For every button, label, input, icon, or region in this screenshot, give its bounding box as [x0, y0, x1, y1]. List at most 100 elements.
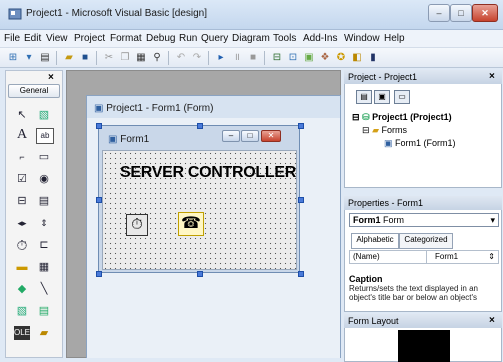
menu-window[interactable]: Window [344, 33, 380, 44]
paste-icon[interactable]: ▦ [134, 51, 148, 64]
hscrollbar-tool-icon[interactable]: ◂▸ [14, 216, 30, 230]
toolbar-separator [264, 51, 265, 65]
minimize-button[interactable]: – [428, 4, 450, 22]
view-code-icon[interactable]: ▤ [356, 90, 372, 104]
copy-icon[interactable]: ❐ [118, 51, 132, 64]
optionbutton-tool-icon[interactable]: ◉ [36, 172, 52, 186]
picturebox-tool-icon[interactable]: ▧ [36, 108, 52, 122]
tree-project-root[interactable]: ⊟ ⛁ Project1 (Project1) [352, 112, 452, 123]
form1-close-button[interactable]: ✕ [261, 130, 281, 142]
start-icon[interactable]: ▸ [214, 51, 228, 64]
save-project-icon[interactable]: ■ [78, 51, 92, 64]
menu-add-ins[interactable]: Add-Ins [303, 33, 337, 44]
textbox-tool-icon[interactable]: ab [36, 128, 54, 144]
project-explorer-close-button[interactable]: × [489, 71, 495, 82]
menu-help[interactable]: Help [384, 33, 405, 44]
tab-alphabetic[interactable]: Alphabetic [351, 233, 399, 249]
menu-project[interactable]: Project [74, 33, 105, 44]
toolbox-tab-general[interactable]: General [8, 84, 60, 98]
maximize-button[interactable]: □ [450, 4, 472, 22]
menu-query[interactable]: Query [201, 33, 228, 44]
cut-icon[interactable]: ✂ [102, 51, 116, 64]
property-row[interactable]: (Name) Form1 ⇕ [349, 250, 499, 264]
form1-maximize-button[interactable]: □ [241, 130, 259, 142]
ole-tool-icon[interactable]: OLE [14, 326, 30, 340]
find-icon[interactable]: ⚲ [150, 51, 164, 64]
property-value[interactable]: Form1 [426, 251, 458, 263]
timer-tool-icon[interactable]: ⏱ [14, 238, 30, 252]
toolbox-close-button[interactable]: × [48, 72, 54, 83]
drivelistbox-tool-icon[interactable]: ⊏ [36, 238, 52, 252]
shape-tool-icon[interactable]: ◆ [14, 282, 30, 296]
object-browser-icon[interactable]: ❖ [318, 51, 332, 64]
add-project-icon[interactable]: ⊞ [6, 51, 20, 64]
frame-tool-icon[interactable]: ⌐ [14, 150, 30, 164]
project-explorer-icon[interactable]: ⊟ [270, 51, 284, 64]
monitor-preview[interactable] [398, 330, 450, 362]
form1-minimize-button[interactable]: – [222, 130, 240, 142]
vscrollbar-tool-icon[interactable]: ⇕ [36, 216, 52, 230]
property-name: (Name) [353, 252, 380, 261]
menu-debug[interactable]: Debug [146, 33, 175, 44]
toolbox-icon[interactable]: ✪ [334, 51, 348, 64]
resize-handle[interactable] [96, 123, 102, 129]
label-tool-icon[interactable]: A [14, 128, 30, 142]
menu-format[interactable]: Format [110, 33, 142, 44]
toggle-folders-icon[interactable]: ▭ [394, 90, 410, 104]
menu-diagram[interactable]: Diagram [232, 33, 270, 44]
line-tool-icon[interactable]: ╲ [36, 282, 52, 296]
menu-run[interactable]: Run [179, 33, 197, 44]
open-project-icon[interactable]: ▰ [62, 51, 76, 64]
redo-icon[interactable]: ↷ [190, 51, 204, 64]
collapse-icon[interactable]: ⊟ [352, 112, 360, 122]
spinner-icon[interactable]: ⇕ [488, 251, 495, 263]
menu-edit[interactable]: Edit [24, 33, 41, 44]
server-controller-label[interactable]: SERVER CONTROLLER [120, 164, 296, 182]
close-button[interactable]: ✕ [472, 4, 498, 22]
toolbar-separator [168, 51, 169, 65]
resize-handle[interactable] [96, 197, 102, 203]
tree-project-label: Project1 (Project1) [372, 112, 452, 122]
collapse-icon[interactable]: ⊟ [362, 125, 370, 135]
object-selector[interactable]: Form1 Form ▾ [349, 213, 499, 227]
menu-tools[interactable]: Tools [273, 33, 296, 44]
phone-control-icon[interactable]: ☎ [178, 212, 204, 236]
menu-file[interactable]: File [4, 33, 20, 44]
resize-handle[interactable] [96, 271, 102, 277]
form-layout-icon[interactable]: ▣ [302, 51, 316, 64]
extra-tool-icon[interactable]: ▰ [36, 326, 52, 340]
form-layout-close-button[interactable]: × [489, 315, 495, 326]
break-icon[interactable]: ॥ [230, 51, 244, 64]
listbox-tool-icon[interactable]: ▤ [36, 194, 52, 208]
window-title: Project1 - Microsoft Visual Basic [desig… [26, 8, 208, 19]
data-view-icon[interactable]: ◧ [350, 51, 364, 64]
dirlistbox-tool-icon[interactable]: ▬ [14, 260, 30, 274]
combobox-tool-icon[interactable]: ⊟ [14, 194, 30, 208]
tree-forms-folder[interactable]: ⊟ ▰ Forms [362, 125, 407, 136]
end-icon[interactable]: ■ [246, 51, 260, 64]
data-tool-icon[interactable]: ▤ [36, 304, 52, 318]
folder-icon: ▰ [372, 125, 379, 135]
add-form-icon[interactable]: ▾ [22, 51, 36, 64]
chevron-down-icon[interactable]: ▾ [490, 214, 495, 226]
resize-handle[interactable] [298, 123, 304, 129]
component-manager-icon[interactable]: ▮ [366, 51, 380, 64]
view-object-icon[interactable]: ▣ [374, 90, 390, 104]
resize-handle[interactable] [298, 197, 304, 203]
tab-categorized[interactable]: Categorized [399, 233, 453, 249]
filelistbox-tool-icon[interactable]: ▦ [36, 260, 52, 274]
tree-form1-item[interactable]: ▣ Form1 (Form1) [384, 138, 456, 149]
menu-editor-icon[interactable]: ▤ [38, 51, 52, 64]
resize-handle[interactable] [197, 123, 203, 129]
designer-window-title: ▣ Project1 - Form1 (Form) [94, 103, 213, 114]
image-tool-icon[interactable]: ▧ [14, 304, 30, 318]
menu-view[interactable]: View [46, 33, 68, 44]
timer-control-icon[interactable]: ⏱ [126, 214, 148, 236]
properties-window-icon[interactable]: ⊡ [286, 51, 300, 64]
resize-handle[interactable] [197, 271, 203, 277]
resize-handle[interactable] [298, 271, 304, 277]
checkbox-tool-icon[interactable]: ☑ [14, 172, 30, 186]
commandbutton-tool-icon[interactable]: ▭ [36, 150, 52, 164]
undo-icon[interactable]: ↶ [174, 51, 188, 64]
pointer-tool-icon[interactable]: ↖ [14, 108, 30, 122]
